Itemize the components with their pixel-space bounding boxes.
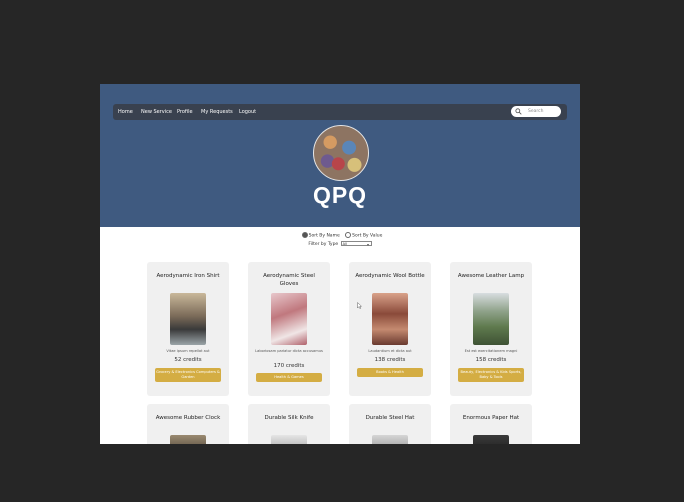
service-image (170, 293, 206, 345)
filter-controls: Filter by Type All (100, 241, 580, 247)
service-card[interactable]: Enormous Paper Hat (450, 404, 532, 444)
sort-by-name-radio[interactable] (301, 232, 308, 238)
sort-by-value-radio[interactable] (345, 232, 352, 238)
service-title: Awesome Rubber Clock (155, 415, 221, 421)
service-title: Durable Silk Knife (264, 415, 314, 421)
service-image (271, 435, 307, 444)
nav-logout-link[interactable]: Logout (239, 104, 256, 120)
service-credits: 170 credits (273, 363, 305, 369)
filter-type-select[interactable]: All (340, 241, 372, 246)
filter-label: Filter by Type (308, 242, 339, 247)
service-image (372, 293, 408, 345)
search-icon (515, 108, 522, 115)
service-card[interactable]: Aerodynamic Steel Gloves Laboriosam pari… (248, 262, 330, 396)
service-card[interactable]: Aerodynamic Wool Bottle Laudantium et di… (349, 262, 431, 396)
service-category-badge[interactable]: Books & Health (357, 368, 423, 377)
service-card[interactable]: Durable Silk Knife (248, 404, 330, 444)
avatar (313, 125, 369, 181)
service-image (473, 435, 509, 444)
profile-name: QPQ (312, 182, 368, 208)
service-image (271, 293, 307, 345)
service-card[interactable]: Awesome Rubber Clock (147, 404, 229, 444)
service-title: Awesome Leather Lamp (457, 273, 525, 279)
service-title: Aerodynamic Iron Shirt (156, 273, 220, 279)
service-credits: 138 credits (374, 357, 406, 363)
service-credits: 52 credits (174, 357, 202, 363)
service-image (473, 293, 509, 345)
profile-hero: Home New Service Profile My Requests Log… (100, 84, 580, 227)
browser-viewport: Home New Service Profile My Requests Log… (100, 84, 580, 444)
service-title: Durable Steel Hat (365, 415, 415, 421)
service-category-badge[interactable]: Grocery & Electronics Computers & Garden (155, 368, 221, 382)
sort-controls: Sort By Name Sort By Value (100, 232, 580, 239)
service-description: Laudantium et dicta aut (368, 349, 412, 353)
service-title: Aerodynamic Wool Bottle (355, 273, 425, 279)
sort-by-name-label: Sort By Name (308, 233, 340, 239)
sort-by-value-label: Sort By Value (352, 233, 383, 239)
search-input[interactable]: Search (511, 106, 561, 117)
navbar: Home New Service Profile My Requests Log… (113, 104, 567, 120)
nav-my-requests-link[interactable]: My Requests (201, 104, 233, 120)
service-category-badge[interactable]: Beauty, Electronics & Kids Sports, Baby … (458, 368, 524, 382)
nav-profile-link[interactable]: Profile (177, 104, 193, 120)
service-description: Vitae ipsum repellat aut (166, 349, 210, 353)
service-credits: 158 credits (475, 357, 507, 363)
service-card[interactable]: Awesome Leather Lamp Est est exercitatio… (450, 262, 532, 396)
service-category-badge[interactable]: Health & Games (256, 373, 322, 382)
filter-type-value: All (342, 242, 347, 246)
nav-new-service-link[interactable]: New Service (141, 104, 172, 120)
service-image (170, 435, 206, 444)
service-card[interactable]: Aerodynamic Iron Shirt Vitae ipsum repel… (147, 262, 229, 396)
mouse-cursor-icon (357, 302, 362, 309)
service-image (372, 435, 408, 444)
nav-home-link[interactable]: Home (118, 104, 133, 120)
search-placeholder: Search (528, 109, 544, 114)
service-title: Aerodynamic Steel Gloves (263, 273, 315, 287)
service-card[interactable]: Durable Steel Hat (349, 404, 431, 444)
service-description: Laboriosam pariatur dicta accusamus (255, 349, 323, 353)
service-description: Est est exercitationem magni (464, 349, 518, 353)
service-title: Enormous Paper Hat (462, 415, 520, 421)
